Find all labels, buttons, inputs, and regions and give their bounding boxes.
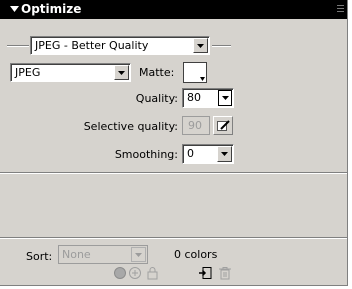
- selective-quality-label: Selective quality:: [83, 120, 178, 133]
- quality-field[interactable]: 80: [182, 88, 234, 108]
- quality-value: 80: [187, 91, 201, 104]
- edit-selective-quality-icon: [217, 120, 230, 131]
- dropdown-button[interactable]: [193, 38, 208, 53]
- smoothing-dropdown[interactable]: 0: [182, 144, 234, 164]
- matte-label: Matte:: [139, 66, 175, 79]
- dropdown-arrow-icon: [222, 96, 229, 100]
- palette-area-divider: [0, 237, 347, 239]
- settings-preset-value: JPEG - Better Quality: [35, 39, 149, 52]
- panel-title: Optimize: [21, 2, 82, 16]
- dropdown-arrow-icon: [197, 44, 204, 48]
- selective-quality-field: 90: [182, 116, 210, 135]
- panel-grip-icon[interactable]: [337, 4, 344, 14]
- section-divider: [0, 172, 347, 174]
- dropdown-arrow-icon: [118, 71, 125, 75]
- format-value: JPEG: [15, 66, 41, 79]
- selective-quality-value: 90: [188, 119, 202, 132]
- format-dropdown[interactable]: JPEG: [10, 63, 131, 82]
- divider-left: [7, 45, 29, 47]
- panel-title-bar[interactable]: Optimize: [0, 0, 347, 19]
- dropdown-button[interactable]: [114, 65, 129, 80]
- divider-right: [212, 45, 231, 47]
- delete-palette-icon: [219, 267, 231, 280]
- smoothing-value: 0: [187, 147, 194, 160]
- dropdown-button: [131, 247, 146, 262]
- collapse-arrow-icon[interactable]: [10, 4, 19, 14]
- sort-value: None: [62, 248, 91, 261]
- edit-selective-quality-button[interactable]: [213, 116, 233, 135]
- quality-slider-button[interactable]: [218, 90, 232, 106]
- dropdown-arrow-icon: [135, 253, 142, 257]
- matte-swatch[interactable]: [183, 62, 207, 83]
- load-palette-icon[interactable]: [198, 266, 212, 280]
- palette-icons: [114, 267, 158, 280]
- matte-swatch-icon: [200, 77, 205, 81]
- dropdown-button[interactable]: [217, 146, 232, 162]
- quality-label: Quality:: [135, 92, 178, 105]
- sort-label: Sort:: [26, 250, 53, 263]
- smoothing-label: Smoothing:: [114, 148, 178, 161]
- settings-preset-dropdown[interactable]: JPEG - Better Quality: [30, 36, 210, 55]
- dropdown-arrow-icon: [221, 152, 228, 156]
- optimize-panel: Optimize JPEG - Better Quality JPEG Matt…: [0, 0, 348, 286]
- colors-count: 0 colors: [174, 248, 218, 261]
- sort-dropdown: None: [58, 245, 148, 264]
